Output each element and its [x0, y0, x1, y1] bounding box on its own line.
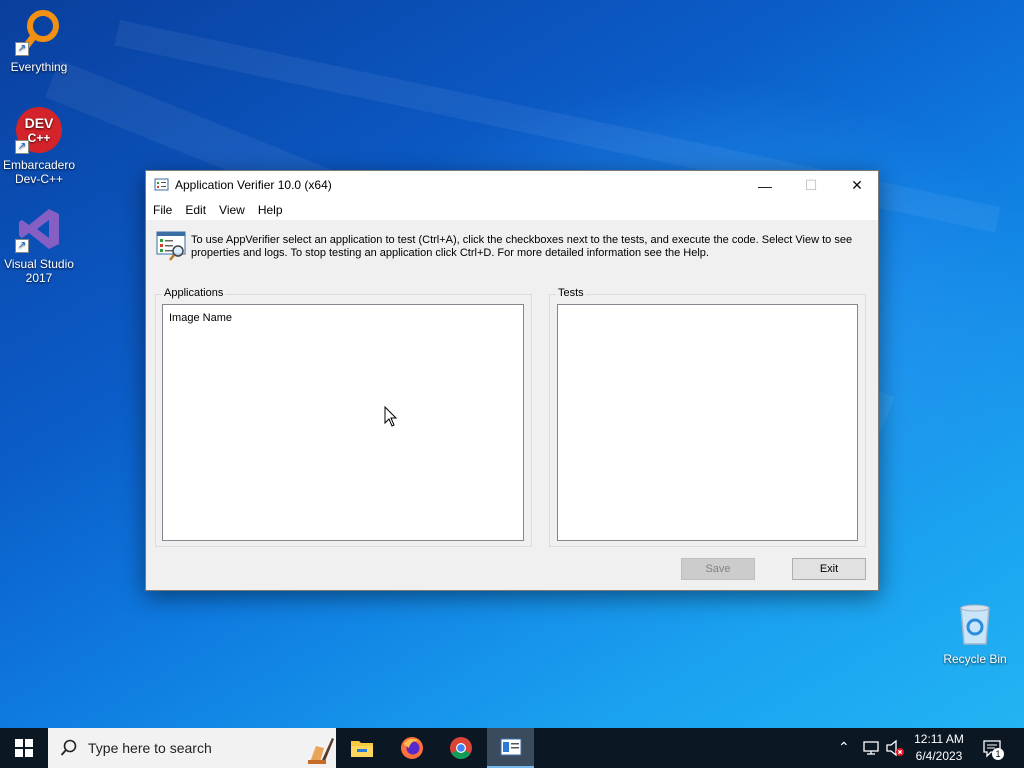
everything-icon: ↗ — [15, 8, 63, 56]
svg-text:DEV: DEV — [25, 115, 54, 131]
desktop-icon-label: Embarcadero — [2, 158, 76, 172]
menu-file[interactable]: File — [148, 203, 177, 217]
taskbar-application-verifier[interactable] — [487, 728, 534, 768]
recycle-bin-icon — [951, 600, 999, 648]
desktop: ↗ Everything DEV C++ ↗ Embarcadero Dev-C… — [0, 0, 1024, 728]
search-highlight-illustration-icon — [308, 738, 334, 764]
windows-logo-icon — [15, 739, 33, 757]
visual-studio-icon: ↗ — [15, 205, 63, 253]
applications-label: Applications — [162, 287, 226, 299]
window-title: Application Verifier 10.0 (x64) — [175, 178, 332, 192]
clock-time[interactable]: 12:11 AM — [908, 732, 970, 746]
action-center-button[interactable]: 1 — [982, 738, 1004, 760]
firefox-icon — [401, 737, 423, 759]
taskbar-firefox[interactable] — [388, 728, 436, 768]
app-verifier-icon — [154, 177, 170, 193]
minimize-button[interactable]: — — [742, 171, 788, 200]
applications-group: Applications Image Name — [155, 287, 532, 547]
desktop-icon-label: Visual Studio — [4, 257, 74, 271]
search-placeholder: Type here to search — [88, 740, 212, 756]
desktop-icon-label: Everything — [10, 60, 68, 74]
shortcut-arrow-icon: ↗ — [15, 239, 29, 253]
shortcut-arrow-icon: ↗ — [15, 42, 29, 56]
desktop-icon-label: Recycle Bin — [943, 652, 1007, 666]
applications-list[interactable]: Image Name — [162, 304, 524, 541]
app-verifier-taskbar-icon — [500, 738, 521, 756]
tests-label: Tests — [556, 287, 586, 299]
close-button[interactable]: ✕ — [834, 171, 880, 200]
desktop-icon-label: Dev-C++ — [14, 172, 64, 186]
tests-group: Tests — [549, 287, 866, 547]
svg-text:C++: C++ — [28, 131, 51, 145]
search-icon — [60, 739, 77, 756]
file-explorer-icon — [351, 741, 373, 757]
taskbar: Type here to search ⌃ 12:11 AM 6/4/2023 … — [0, 728, 1024, 768]
mouse-cursor-icon — [384, 405, 398, 428]
notification-badge: 1 — [992, 748, 1004, 760]
app-verifier-info-icon — [156, 231, 188, 263]
volume-muted-icon[interactable] — [885, 739, 905, 757]
show-hidden-icons-chevron-icon[interactable]: ⌃ — [838, 739, 850, 756]
menu-view[interactable]: View — [214, 203, 250, 217]
exit-button[interactable]: Exit — [792, 558, 866, 580]
network-icon[interactable] — [862, 740, 880, 756]
title-bar[interactable]: Application Verifier 10.0 (x64) — ☐ ✕ — [146, 171, 878, 200]
menu-edit[interactable]: Edit — [180, 203, 211, 217]
desktop-icon-recycle-bin[interactable]: Recycle Bin — [936, 600, 1014, 666]
desktop-icon-label: 2017 — [25, 271, 53, 285]
tests-list[interactable] — [557, 304, 858, 541]
maximize-button[interactable]: ☐ — [788, 171, 834, 200]
devcpp-icon: DEV C++ ↗ — [15, 106, 63, 154]
shortcut-arrow-icon: ↗ — [15, 140, 29, 154]
desktop-icon-everything[interactable]: ↗ Everything — [0, 8, 78, 74]
save-button[interactable]: Save — [681, 558, 755, 580]
chrome-icon — [450, 737, 472, 759]
desktop-icon-visual-studio[interactable]: ↗ Visual Studio 2017 — [0, 205, 78, 285]
taskbar-file-explorer[interactable] — [338, 728, 386, 768]
clock-date[interactable]: 6/4/2023 — [908, 749, 970, 763]
menu-help[interactable]: Help — [253, 203, 288, 217]
start-button[interactable] — [0, 728, 48, 768]
taskbar-chrome[interactable] — [437, 728, 485, 768]
search-box[interactable]: Type here to search — [48, 728, 336, 768]
image-name-column-header[interactable]: Image Name — [169, 312, 232, 324]
desktop-icon-devcpp[interactable]: DEV C++ ↗ Embarcadero Dev-C++ — [0, 106, 78, 186]
info-text: To use AppVerifier select an application… — [191, 234, 853, 259]
menu-bar: File Edit View Help — [146, 200, 878, 220]
application-verifier-window: Application Verifier 10.0 (x64) — ☐ ✕ Fi… — [145, 170, 879, 591]
